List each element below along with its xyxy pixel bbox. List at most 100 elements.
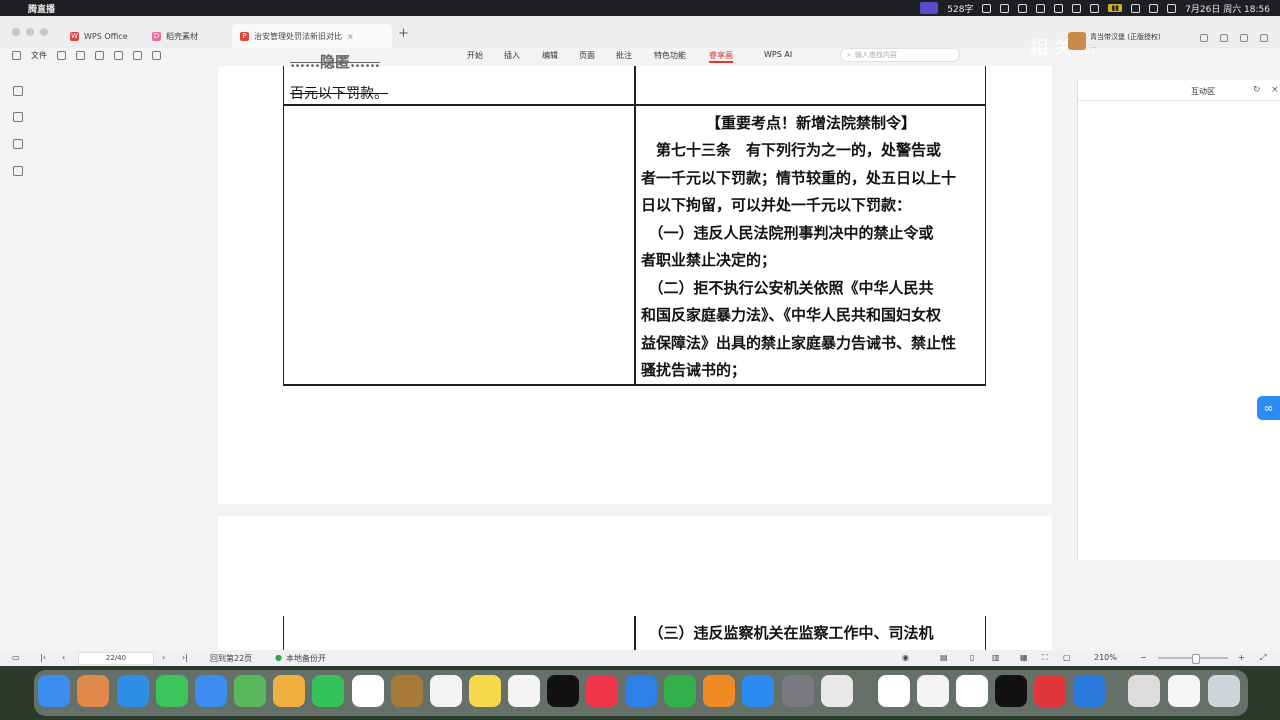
- menu-icon[interactable]: [12, 51, 21, 60]
- baidu-icon[interactable]: [1036, 3, 1046, 13]
- zoom-level[interactable]: 210%: [1094, 653, 1117, 662]
- safari-icon[interactable]: [117, 675, 149, 707]
- baidu-netdisk-float-icon[interactable]: ∞: [1257, 396, 1280, 420]
- menu-features[interactable]: 特色功能: [654, 50, 686, 61]
- play-icon[interactable]: [1072, 3, 1082, 13]
- bookmark-icon[interactable]: [13, 86, 23, 96]
- backup-status[interactable]: 本地备份开: [286, 653, 326, 664]
- date-time[interactable]: 7月26日 周六 18:56: [1185, 2, 1270, 15]
- mic-icon[interactable]: [1000, 3, 1010, 13]
- add-tab-icon[interactable]: +: [398, 26, 409, 41]
- notification-thumbnail: [1068, 32, 1086, 50]
- file-menu[interactable]: 文件: [31, 50, 47, 61]
- menu-ruixiang[interactable]: 睿享画: [709, 50, 733, 63]
- calendar-icon[interactable]: [352, 675, 384, 707]
- first-page-icon[interactable]: |‹: [40, 653, 46, 662]
- control-center-icon[interactable]: [1167, 3, 1177, 13]
- grid-icon[interactable]: [1018, 3, 1028, 13]
- fullscreen-icon[interactable]: ⤢: [1260, 653, 1266, 663]
- list-icon[interactable]: [1220, 34, 1228, 42]
- mail-icon[interactable]: [195, 675, 227, 707]
- wifi-icon[interactable]: [1131, 3, 1141, 13]
- freeform-icon[interactable]: [508, 675, 540, 707]
- eye-icon[interactable]: ◉: [902, 653, 909, 662]
- outline-icon[interactable]: [13, 112, 23, 122]
- goto-page-link[interactable]: 回到第22页: [210, 653, 252, 664]
- toolbox-icon[interactable]: [917, 675, 949, 707]
- menu-wps-ai[interactable]: WPS AI: [764, 50, 792, 59]
- expand-icon[interactable]: [1240, 34, 1248, 42]
- iphone-mirroring-icon[interactable]: [821, 675, 853, 707]
- page-number-input[interactable]: 22/40: [78, 652, 154, 665]
- web-view-icon[interactable]: ▦: [1020, 653, 1028, 662]
- tab-wps-office[interactable]: W WPS Office: [62, 24, 136, 48]
- apple-tv-icon[interactable]: [547, 675, 579, 707]
- thumbnail-icon[interactable]: [13, 166, 23, 176]
- battery-icon[interactable]: ▮▮: [1108, 4, 1123, 12]
- finder-icon[interactable]: [38, 675, 70, 707]
- fit-icon[interactable]: ⛶: [1042, 653, 1048, 663]
- live-app-icon[interactable]: [1073, 675, 1105, 707]
- notes-icon[interactable]: [469, 675, 501, 707]
- recording-indicator-icon[interactable]: [920, 2, 939, 14]
- launchpad-icon[interactable]: [77, 675, 109, 707]
- read-mode-icon[interactable]: ▢: [1063, 653, 1071, 662]
- close-tab-icon[interactable]: ×: [347, 32, 354, 41]
- baidu-netdisk-icon[interactable]: [956, 675, 988, 707]
- system-settings-icon[interactable]: [782, 675, 814, 707]
- app-store-icon[interactable]: [742, 675, 774, 707]
- old-text-line: ……隐匿……: [290, 53, 381, 71]
- refresh-icon[interactable]: ↻: [1253, 85, 1261, 95]
- notification-card[interactable]: 青当带汉堡 (正版授权) …: [1068, 30, 1196, 52]
- close-icon[interactable]: ×: [1271, 85, 1279, 95]
- douyin-icon[interactable]: [995, 675, 1027, 707]
- redo-icon[interactable]: [152, 51, 161, 60]
- layout-icon[interactable]: ▭: [12, 653, 20, 662]
- zoom-slider-handle[interactable]: [1192, 654, 1200, 664]
- trash-icon[interactable]: [1208, 675, 1240, 707]
- notes-folder-icon[interactable]: [391, 675, 423, 707]
- numbers-icon[interactable]: [664, 675, 696, 707]
- downloads-icon[interactable]: [1168, 675, 1200, 707]
- search-icon[interactable]: [1149, 3, 1159, 13]
- last-page-icon[interactable]: ›|: [182, 653, 188, 662]
- save-icon[interactable]: [76, 51, 85, 60]
- messages-icon[interactable]: [156, 675, 188, 707]
- word-count: 528字: [947, 4, 974, 15]
- window-controls[interactable]: [12, 28, 48, 36]
- face-icon[interactable]: [982, 3, 992, 13]
- recent-doc-icon[interactable]: [1128, 675, 1160, 707]
- music-icon[interactable]: [586, 675, 618, 707]
- keynote-icon[interactable]: [625, 675, 657, 707]
- app-name[interactable]: 腾直播: [28, 2, 55, 15]
- zoom-in-icon[interactable]: +: [1238, 653, 1245, 662]
- next-page-icon[interactable]: ›: [162, 653, 165, 662]
- more-icon[interactable]: [1260, 34, 1268, 42]
- article-line: 骚扰告诫书的；: [641, 361, 747, 379]
- undo-icon[interactable]: [133, 51, 142, 60]
- page-view-icon[interactable]: ▯: [970, 653, 974, 662]
- tab-label: 稻壳素材: [166, 31, 198, 41]
- netease-music-icon[interactable]: [1034, 675, 1066, 707]
- comment-icon[interactable]: [13, 139, 23, 149]
- open-icon[interactable]: [57, 51, 66, 60]
- search-box[interactable]: ⌕ 输入查找内容: [840, 48, 960, 62]
- photos-icon[interactable]: [273, 675, 305, 707]
- tab-document[interactable]: P 治安管理处罚法新旧对比 ×: [232, 24, 392, 48]
- maps-icon[interactable]: [234, 675, 266, 707]
- like-icon[interactable]: [1200, 34, 1208, 42]
- facetime-icon[interactable]: [312, 675, 344, 707]
- split-view-icon[interactable]: ▥: [992, 653, 1000, 662]
- reminders-icon[interactable]: [430, 675, 462, 707]
- preview-icon[interactable]: [114, 51, 123, 60]
- tab-daoke[interactable]: D 稻壳素材: [144, 24, 206, 48]
- display-icon[interactable]: [1090, 3, 1100, 13]
- article-line: 和国反家庭暴力法》、《中华人民共和国妇女权: [641, 306, 942, 324]
- view-mode-icon[interactable]: ▤: [940, 653, 948, 662]
- prev-page-icon[interactable]: ‹: [62, 653, 65, 662]
- print-icon[interactable]: [95, 51, 104, 60]
- tiktok-icon[interactable]: [1054, 3, 1064, 13]
- zoom-out-icon[interactable]: −: [1140, 653, 1147, 662]
- wps-dock-icon[interactable]: [878, 675, 910, 707]
- pages-icon[interactable]: [703, 675, 735, 707]
